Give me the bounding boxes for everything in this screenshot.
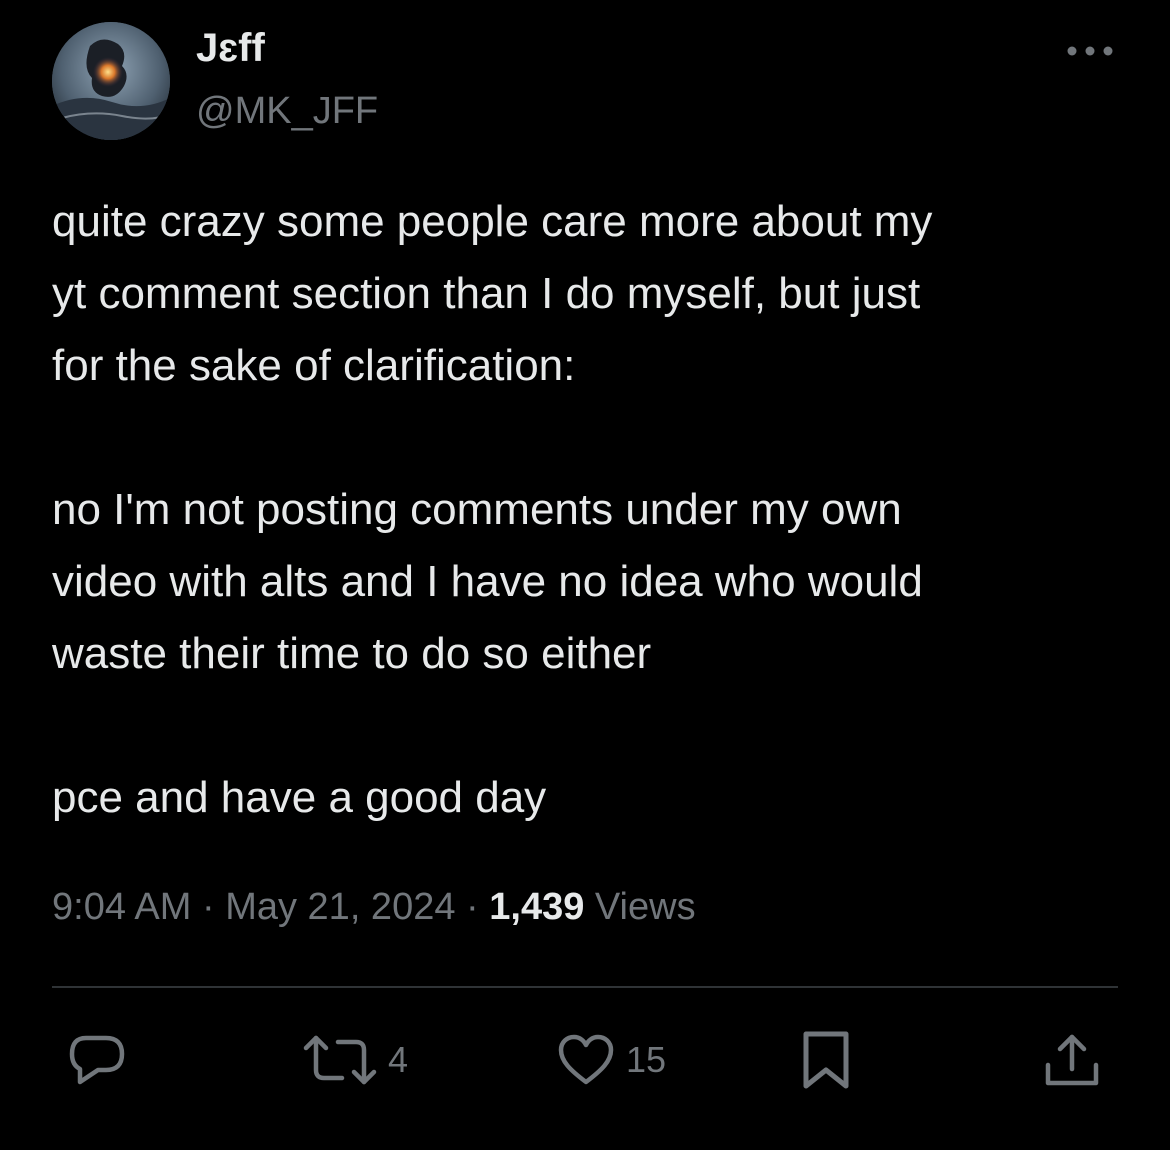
reply-bubble-icon <box>69 1035 125 1085</box>
reply-button[interactable] <box>66 1030 128 1090</box>
bookmark-button[interactable] <box>798 1030 854 1090</box>
more-horizontal-icon <box>1067 46 1113 56</box>
avatar-image <box>52 22 170 140</box>
tweet: Jɛff @MK_JFF quite crazy some people car… <box>0 0 1170 1150</box>
handle[interactable]: @MK_JFF <box>196 88 378 134</box>
tweet-meta: 9:04 AM · May 21, 2024 · 1,439 Views <box>52 882 696 932</box>
retweet-icon <box>303 1035 377 1085</box>
heart-icon <box>558 1034 614 1085</box>
tweet-text: quite crazy some people care more about … <box>52 186 1132 834</box>
views-label: Views <box>584 886 696 928</box>
retweet-count: 4 <box>388 1039 409 1080</box>
tweet-date[interactable]: May 21, 2024 <box>225 886 455 928</box>
display-name[interactable]: Jɛff <box>196 24 265 72</box>
tweet-paragraph: no I'm not posting comments under my own… <box>52 485 923 678</box>
views-count: 1,439 <box>489 886 585 928</box>
tweet-paragraph: pce and have a good day <box>52 773 547 822</box>
retweet-button[interactable]: 4 <box>302 1030 408 1090</box>
avatar[interactable] <box>52 22 170 140</box>
tweet-paragraph: quite crazy some people care more about … <box>52 197 933 390</box>
more-options-button[interactable] <box>1062 36 1118 66</box>
tweet-time[interactable]: 9:04 AM <box>52 886 191 928</box>
meta-separator: · <box>191 886 226 928</box>
divider <box>52 986 1118 988</box>
like-count: 15 <box>626 1039 667 1080</box>
like-button[interactable]: 15 <box>556 1030 666 1090</box>
share-button[interactable] <box>1042 1030 1102 1090</box>
bookmark-icon <box>803 1031 849 1089</box>
share-upload-icon <box>1045 1034 1099 1086</box>
meta-separator: · <box>455 886 490 928</box>
